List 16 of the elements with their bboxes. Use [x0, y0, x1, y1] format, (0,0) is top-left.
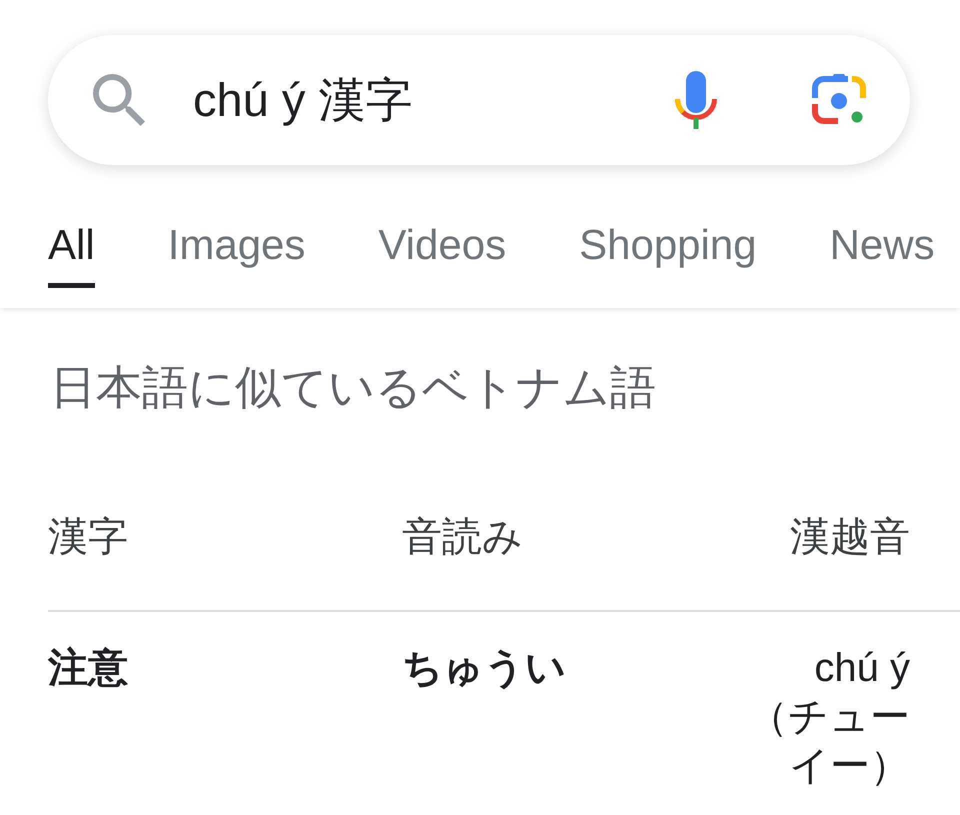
camera-icon[interactable] [812, 74, 866, 126]
tab[interactable]: Videos [378, 220, 506, 288]
tab[interactable]: Images [168, 220, 306, 288]
column-header: 音読み [402, 514, 524, 561]
column-header: 漢字 [48, 514, 129, 561]
column-header: 漢越音 [790, 514, 910, 561]
tab[interactable]: Shopping [579, 220, 757, 288]
microphone-icon[interactable] [675, 71, 717, 129]
table-cell-text: 注意 [48, 645, 129, 692]
table-cell-text: chú ý（チューイー） [747, 645, 910, 790]
tab[interactable]: All [48, 220, 95, 288]
table-cell-text: ちゅうい [402, 645, 567, 692]
search-icon[interactable] [93, 74, 145, 126]
tab[interactable]: News [830, 220, 935, 288]
search-input[interactable]: chú ý 漢字 [193, 64, 675, 136]
section-heading: 日本語に似ているベトナム語 [50, 360, 657, 415]
